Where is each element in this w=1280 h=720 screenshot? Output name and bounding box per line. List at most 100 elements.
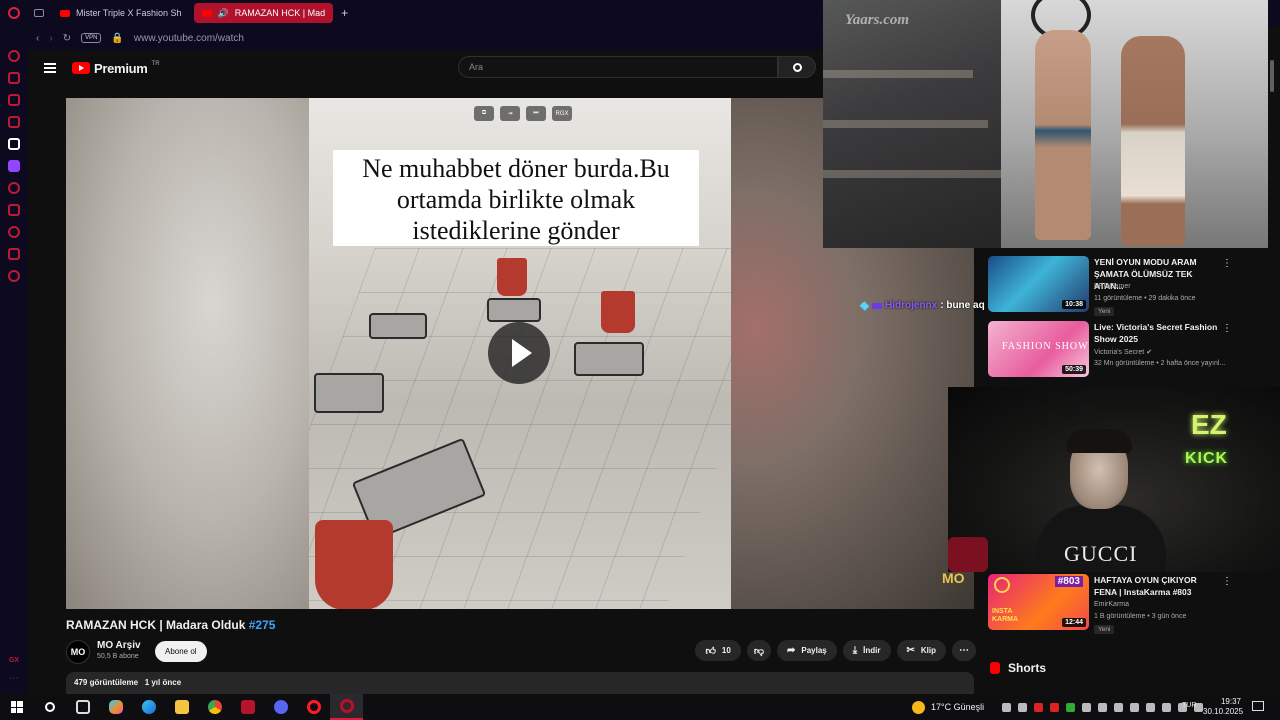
player-icon[interactable] (8, 182, 20, 194)
gx-tray-icon[interactable] (1050, 702, 1059, 712)
rec-channel[interactable]: BROGamer (1094, 283, 1131, 290)
opera-logo-icon[interactable] (0, 0, 28, 26)
task-view-button[interactable] (66, 694, 99, 720)
video-thumbnail[interactable]: 10:38 (988, 256, 1089, 312)
app-tray-icon[interactable] (1162, 702, 1171, 712)
rec-title[interactable]: HAFTAYA OYUN ÇIKIYOR FENA | InstaKarma #… (1094, 574, 1220, 598)
like-button[interactable]: 👍︎ 10 (695, 640, 741, 661)
search-button[interactable] (778, 56, 816, 78)
app-tray-icon[interactable] (1114, 702, 1123, 712)
video-hashtag[interactable]: #275 (249, 618, 276, 632)
rec-channel-name: Victoria's Secret (1094, 349, 1145, 356)
reload-icon[interactable]: ↻ (63, 33, 71, 44)
rec-title[interactable]: Live: Victoria's Secret Fashion Show 202… (1094, 321, 1220, 345)
subscriber-count: 50,5 B abone (97, 653, 139, 660)
fashion-show-overlay: Yaars.com (823, 0, 1268, 248)
menu-icon[interactable] (44, 63, 56, 73)
settings-icon[interactable] (8, 270, 20, 282)
play-button[interactable] (488, 322, 550, 384)
opera-tray-icon[interactable] (1034, 702, 1043, 712)
language-indicator[interactable]: TUR (1182, 702, 1196, 709)
more-vert-icon[interactable]: ⋮ (1222, 576, 1232, 587)
extensions-icon[interactable] (8, 248, 20, 260)
more-actions-button[interactable]: ⋯ (952, 640, 976, 661)
discord-button[interactable] (264, 694, 297, 720)
app-tray-icon[interactable] (1098, 702, 1107, 712)
recommendation-item[interactable]: 10:38 YENİ OYUN MODU ARAM ŞAMATA ÖLÜMSÜZ… (988, 256, 1278, 316)
model-figure (1035, 30, 1091, 240)
clip-button[interactable]: ✂ Klip (896, 640, 946, 661)
channel-avatar[interactable]: MO (66, 640, 90, 664)
video-thumbnail[interactable]: #803 INSTA KARMA 12:44 (988, 574, 1089, 630)
search-taskbar-button[interactable] (33, 694, 66, 720)
channel-name[interactable]: MO Arşiv (97, 640, 141, 651)
tab-ramazan-hck[interactable]: 🔊 RAMAZAN HCK | Mad (193, 3, 334, 23)
dislike-button[interactable]: 👎︎ (746, 640, 771, 661)
tab-islands-icon[interactable] (34, 9, 44, 17)
new-tab-button[interactable]: + (341, 6, 348, 20)
seat-row (823, 170, 1001, 178)
vpn-badge[interactable]: VPN (81, 33, 102, 43)
chrome-button[interactable] (198, 694, 231, 720)
subscribe-button[interactable]: Abone ol (155, 641, 207, 662)
video-thumbnail[interactable]: FASHION SHOW 50:39 (988, 321, 1089, 377)
webcam-overlay: GUCCI EZ KICK (948, 387, 1280, 572)
share-button[interactable]: ➦ Paylaş (776, 640, 837, 661)
messenger-icon[interactable] (8, 72, 20, 84)
more-vert-icon[interactable]: ⋮ (1222, 258, 1232, 269)
thumbnail-text: FASHION SHOW (1002, 341, 1089, 352)
nvidia-tray-icon[interactable] (1066, 702, 1075, 712)
recommendation-item[interactable]: FASHION SHOW 50:39 Live: Victoria's Secr… (988, 321, 1278, 377)
more-vert-icon[interactable]: ⋮ (1222, 323, 1232, 334)
twitch-icon[interactable] (8, 160, 20, 172)
like-count: 10 (721, 646, 731, 655)
instakarma-logo-icon (994, 577, 1010, 593)
lock-icon[interactable]: 🔒 (111, 33, 123, 44)
pip-icon[interactable]: ⧉ (474, 106, 494, 121)
start-button[interactable] (0, 694, 33, 720)
copilot-button[interactable] (99, 694, 132, 720)
rec-channel[interactable]: EmirKarma (1094, 601, 1129, 608)
back-icon[interactable]: ‹ (36, 33, 39, 44)
video-overlay-controls: ⧉ ⇥ ⏭ RGX (474, 106, 572, 121)
history-icon[interactable] (8, 226, 20, 238)
download-button[interactable]: ⤓ İndir (842, 640, 891, 661)
notification-icon[interactable] (1252, 701, 1264, 711)
gx-control-icon[interactable]: GX (9, 657, 19, 664)
skip-icon[interactable]: ⏭ (526, 106, 546, 121)
discord-tray-icon[interactable] (1018, 702, 1027, 712)
page-scrollbar[interactable] (1270, 50, 1276, 690)
app-tray-icon[interactable] (1146, 702, 1155, 712)
microphone-icon[interactable] (1130, 702, 1139, 712)
weather-widget[interactable]: 17°C Güneşli (912, 694, 984, 720)
app-tray-icon[interactable] (1082, 702, 1091, 712)
file-explorer-button[interactable] (165, 694, 198, 720)
youtube-logo[interactable]: Premium TR (72, 61, 160, 76)
scrollbar-thumb[interactable] (1270, 60, 1274, 92)
recommendation-item[interactable]: #803 INSTA KARMA 12:44 HAFTAYA OYUN ÇIKI… (988, 574, 1278, 634)
url-field[interactable]: www.youtube.com/watch (134, 33, 244, 44)
browser-sidebar: GX ⋯ (0, 26, 28, 694)
description-box[interactable]: 479 görüntüleme 1 yıl önce (66, 672, 974, 694)
youtube-play-icon (72, 62, 90, 74)
instagram-icon[interactable] (8, 116, 20, 128)
opera-gx-button[interactable] (330, 694, 363, 720)
clock[interactable]: 19:37 30.10.2025 (1203, 697, 1243, 717)
pinboard-icon[interactable] (8, 204, 20, 216)
forward-icon[interactable]: › (49, 33, 52, 44)
detach-icon[interactable]: ⇥ (500, 106, 520, 121)
aria-icon[interactable] (8, 138, 20, 150)
shorts-logo-icon (990, 662, 1000, 674)
rec-channel[interactable]: Victoria's Secret ✔ (1094, 348, 1152, 356)
tab-fashion-show[interactable]: Mister Triple X Fashion Sh (52, 3, 190, 23)
whatsapp-icon[interactable] (8, 94, 20, 106)
edge-button[interactable] (132, 694, 165, 720)
folder-icon (174, 700, 189, 714)
voicemeeter-button[interactable] (231, 694, 264, 720)
opera-button[interactable] (297, 694, 330, 720)
search-input[interactable]: Ara (458, 56, 778, 78)
more-icon[interactable]: ⋯ (9, 673, 19, 684)
speed-dial-icon[interactable] (8, 50, 20, 62)
rgx-badge[interactable]: RGX (552, 106, 572, 121)
steam-tray-icon[interactable] (1002, 702, 1011, 712)
